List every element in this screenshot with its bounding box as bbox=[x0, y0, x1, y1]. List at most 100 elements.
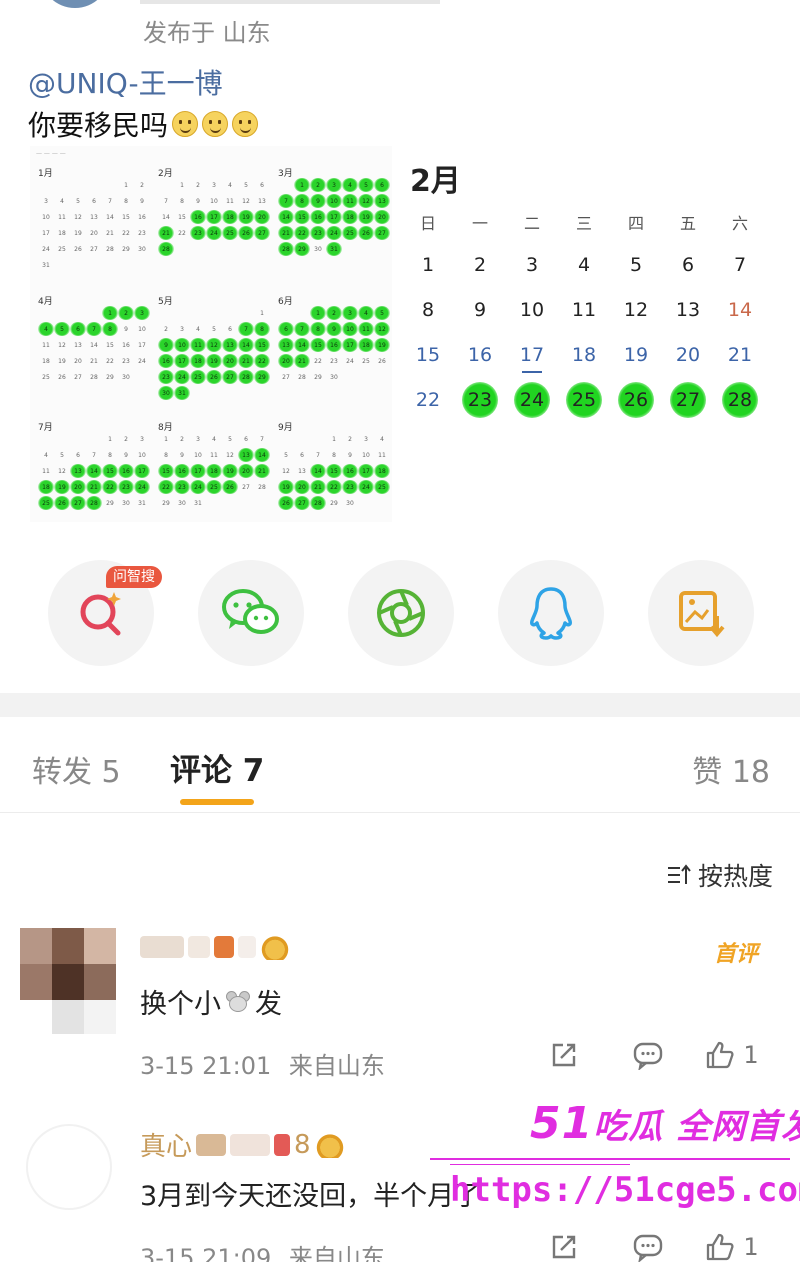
calendar-day: 7 bbox=[714, 242, 766, 287]
mini-day: 20 bbox=[374, 210, 390, 224]
commenter-name-blurred[interactable]: 真心 8 bbox=[140, 1126, 345, 1163]
wechat-icon bbox=[222, 589, 279, 634]
comment-share-button[interactable] bbox=[522, 1232, 606, 1262]
mini-day: 16 bbox=[158, 354, 174, 368]
mini-day-empty bbox=[238, 306, 254, 320]
save-image-button[interactable] bbox=[648, 560, 754, 666]
mini-day: 27 bbox=[294, 496, 310, 510]
mini-day: 21 bbox=[106, 229, 114, 237]
mini-day: 19 bbox=[58, 357, 66, 365]
mini-day: 10 bbox=[342, 322, 358, 336]
mini-day: 27 bbox=[70, 496, 86, 510]
calendar-day-number: 18 bbox=[571, 343, 597, 366]
mini-day: 29 bbox=[330, 499, 338, 507]
calendar-day-number: 27 bbox=[670, 381, 706, 418]
comment-like-count: 1 bbox=[743, 1041, 759, 1069]
mini-day: 20 bbox=[294, 480, 310, 494]
share-wechat-button[interactable] bbox=[198, 560, 304, 666]
mini-day: 27 bbox=[254, 226, 270, 240]
post-image-year-calendar[interactable]: — — — — 1月 1 2 3 4 5 6 7 8 9 10 11 12 13 14 15 16 17 18 19 2… bbox=[30, 146, 392, 522]
mini-day: 5 bbox=[60, 451, 64, 459]
mini-day-empty bbox=[206, 306, 222, 320]
mini-day: 1 bbox=[332, 435, 336, 443]
mini-day: 3 bbox=[180, 325, 184, 333]
commenter-name-part: 8 bbox=[294, 1129, 311, 1160]
poster-name-cropped[interactable] bbox=[140, 0, 440, 4]
mini-day: 9 bbox=[124, 325, 128, 333]
mini-day: 7 bbox=[316, 451, 320, 459]
comment-share-button[interactable] bbox=[522, 1040, 606, 1070]
mini-day: 1 bbox=[260, 309, 264, 317]
mini-day: 2 bbox=[164, 325, 168, 333]
commenter-avatar[interactable] bbox=[26, 1124, 112, 1210]
mini-day: 3 bbox=[140, 435, 144, 443]
comment-time: 3-15 21:09 bbox=[140, 1244, 272, 1262]
comment-reply-button[interactable] bbox=[606, 1232, 690, 1262]
mini-day: 20 bbox=[278, 354, 294, 368]
share-icon bbox=[552, 1043, 576, 1067]
mini-day: 13 bbox=[374, 194, 390, 208]
mini-day: 12 bbox=[282, 467, 290, 475]
sort-button[interactable]: 按热度 bbox=[666, 857, 773, 893]
post-image-feb-calendar[interactable]: 2月 日一二三四五六 1 2 3 4 5 6 7 8 9 10 11 12 13 14 15 16 17 18 19 2… bbox=[402, 150, 762, 430]
tab-repost[interactable]: 转发 5 bbox=[32, 747, 121, 791]
mouse-emoji-icon bbox=[223, 989, 253, 1015]
name-blur bbox=[196, 1133, 227, 1156]
share-qq-button[interactable] bbox=[498, 560, 604, 666]
mini-day-empty bbox=[38, 432, 54, 446]
watermark-number: 51 bbox=[530, 1098, 594, 1149]
mini-day: 25 bbox=[362, 357, 370, 365]
tab-likes[interactable]: 赞 18 bbox=[692, 747, 770, 791]
vip-crown-icon bbox=[260, 934, 290, 960]
commenter-name-blurred[interactable] bbox=[140, 934, 290, 960]
mini-day: 4 bbox=[60, 197, 64, 205]
mini-day: 6 bbox=[228, 325, 232, 333]
mini-day: 12 bbox=[358, 194, 374, 208]
mini-day: 30 bbox=[122, 499, 130, 507]
mini-day: 29 bbox=[122, 245, 130, 253]
weekday-header: 四 bbox=[627, 214, 644, 233]
post-text-body: 你要移民吗 bbox=[28, 109, 169, 142]
commenter-avatar[interactable] bbox=[20, 928, 116, 1034]
mini-day: 3 bbox=[196, 435, 200, 443]
mini-day: 29 bbox=[106, 373, 114, 381]
mini-month: 4月 1 2 3 4 5 6 7 8 9 10 11 12 13 14 15 16 17 18 19 20 21 22 23 2… bbox=[38, 294, 156, 384]
mini-month-title: 9月 bbox=[278, 423, 293, 433]
mini-day: 3 bbox=[342, 306, 358, 320]
calendar-day: 4 bbox=[558, 242, 610, 287]
mini-day: 28 bbox=[310, 496, 326, 510]
mini-day: 6 bbox=[374, 178, 390, 192]
mini-day: 26 bbox=[222, 480, 238, 494]
mini-day: 21 bbox=[158, 226, 174, 240]
comment-reply-button[interactable] bbox=[606, 1040, 690, 1070]
mini-day: 23 bbox=[342, 480, 358, 494]
mini-day: 2 bbox=[326, 306, 342, 320]
comment-text: 换个小 发 bbox=[140, 982, 282, 1021]
mini-day: 25 bbox=[190, 370, 206, 384]
mini-day: 26 bbox=[238, 226, 254, 240]
mini-day: 22 bbox=[102, 480, 118, 494]
mini-day: 2 bbox=[196, 181, 200, 189]
calendar-day-number: 28 bbox=[722, 381, 758, 418]
poster-avatar[interactable] bbox=[40, 0, 110, 8]
mini-day: 11 bbox=[42, 341, 50, 349]
mini-day-empty bbox=[278, 306, 294, 320]
share-moments-button[interactable] bbox=[348, 560, 454, 666]
active-tab-indicator bbox=[180, 799, 254, 805]
tab-comments[interactable]: 评论 7 bbox=[170, 745, 264, 790]
comment-like-button[interactable]: 1 bbox=[690, 1232, 774, 1262]
mini-day: 16 bbox=[118, 464, 134, 478]
thumbs-up-icon bbox=[707, 1233, 734, 1261]
mini-day: 22 bbox=[326, 480, 342, 494]
mini-day: 27 bbox=[374, 226, 390, 240]
post-location: 发布于 山东 bbox=[143, 19, 271, 47]
mini-day: 29 bbox=[162, 499, 170, 507]
comment-like-button[interactable]: 1 bbox=[690, 1040, 774, 1070]
mini-day: 12 bbox=[206, 338, 222, 352]
post-mention-link[interactable]: @UNIQ-王一博 bbox=[28, 62, 223, 102]
mini-day: 26 bbox=[54, 496, 70, 510]
mini-day: 29 bbox=[254, 370, 270, 384]
first-comment-badge: 首评 bbox=[713, 942, 758, 967]
calendar-day-number: 12 bbox=[623, 298, 649, 321]
mini-day: 31 bbox=[326, 242, 342, 256]
